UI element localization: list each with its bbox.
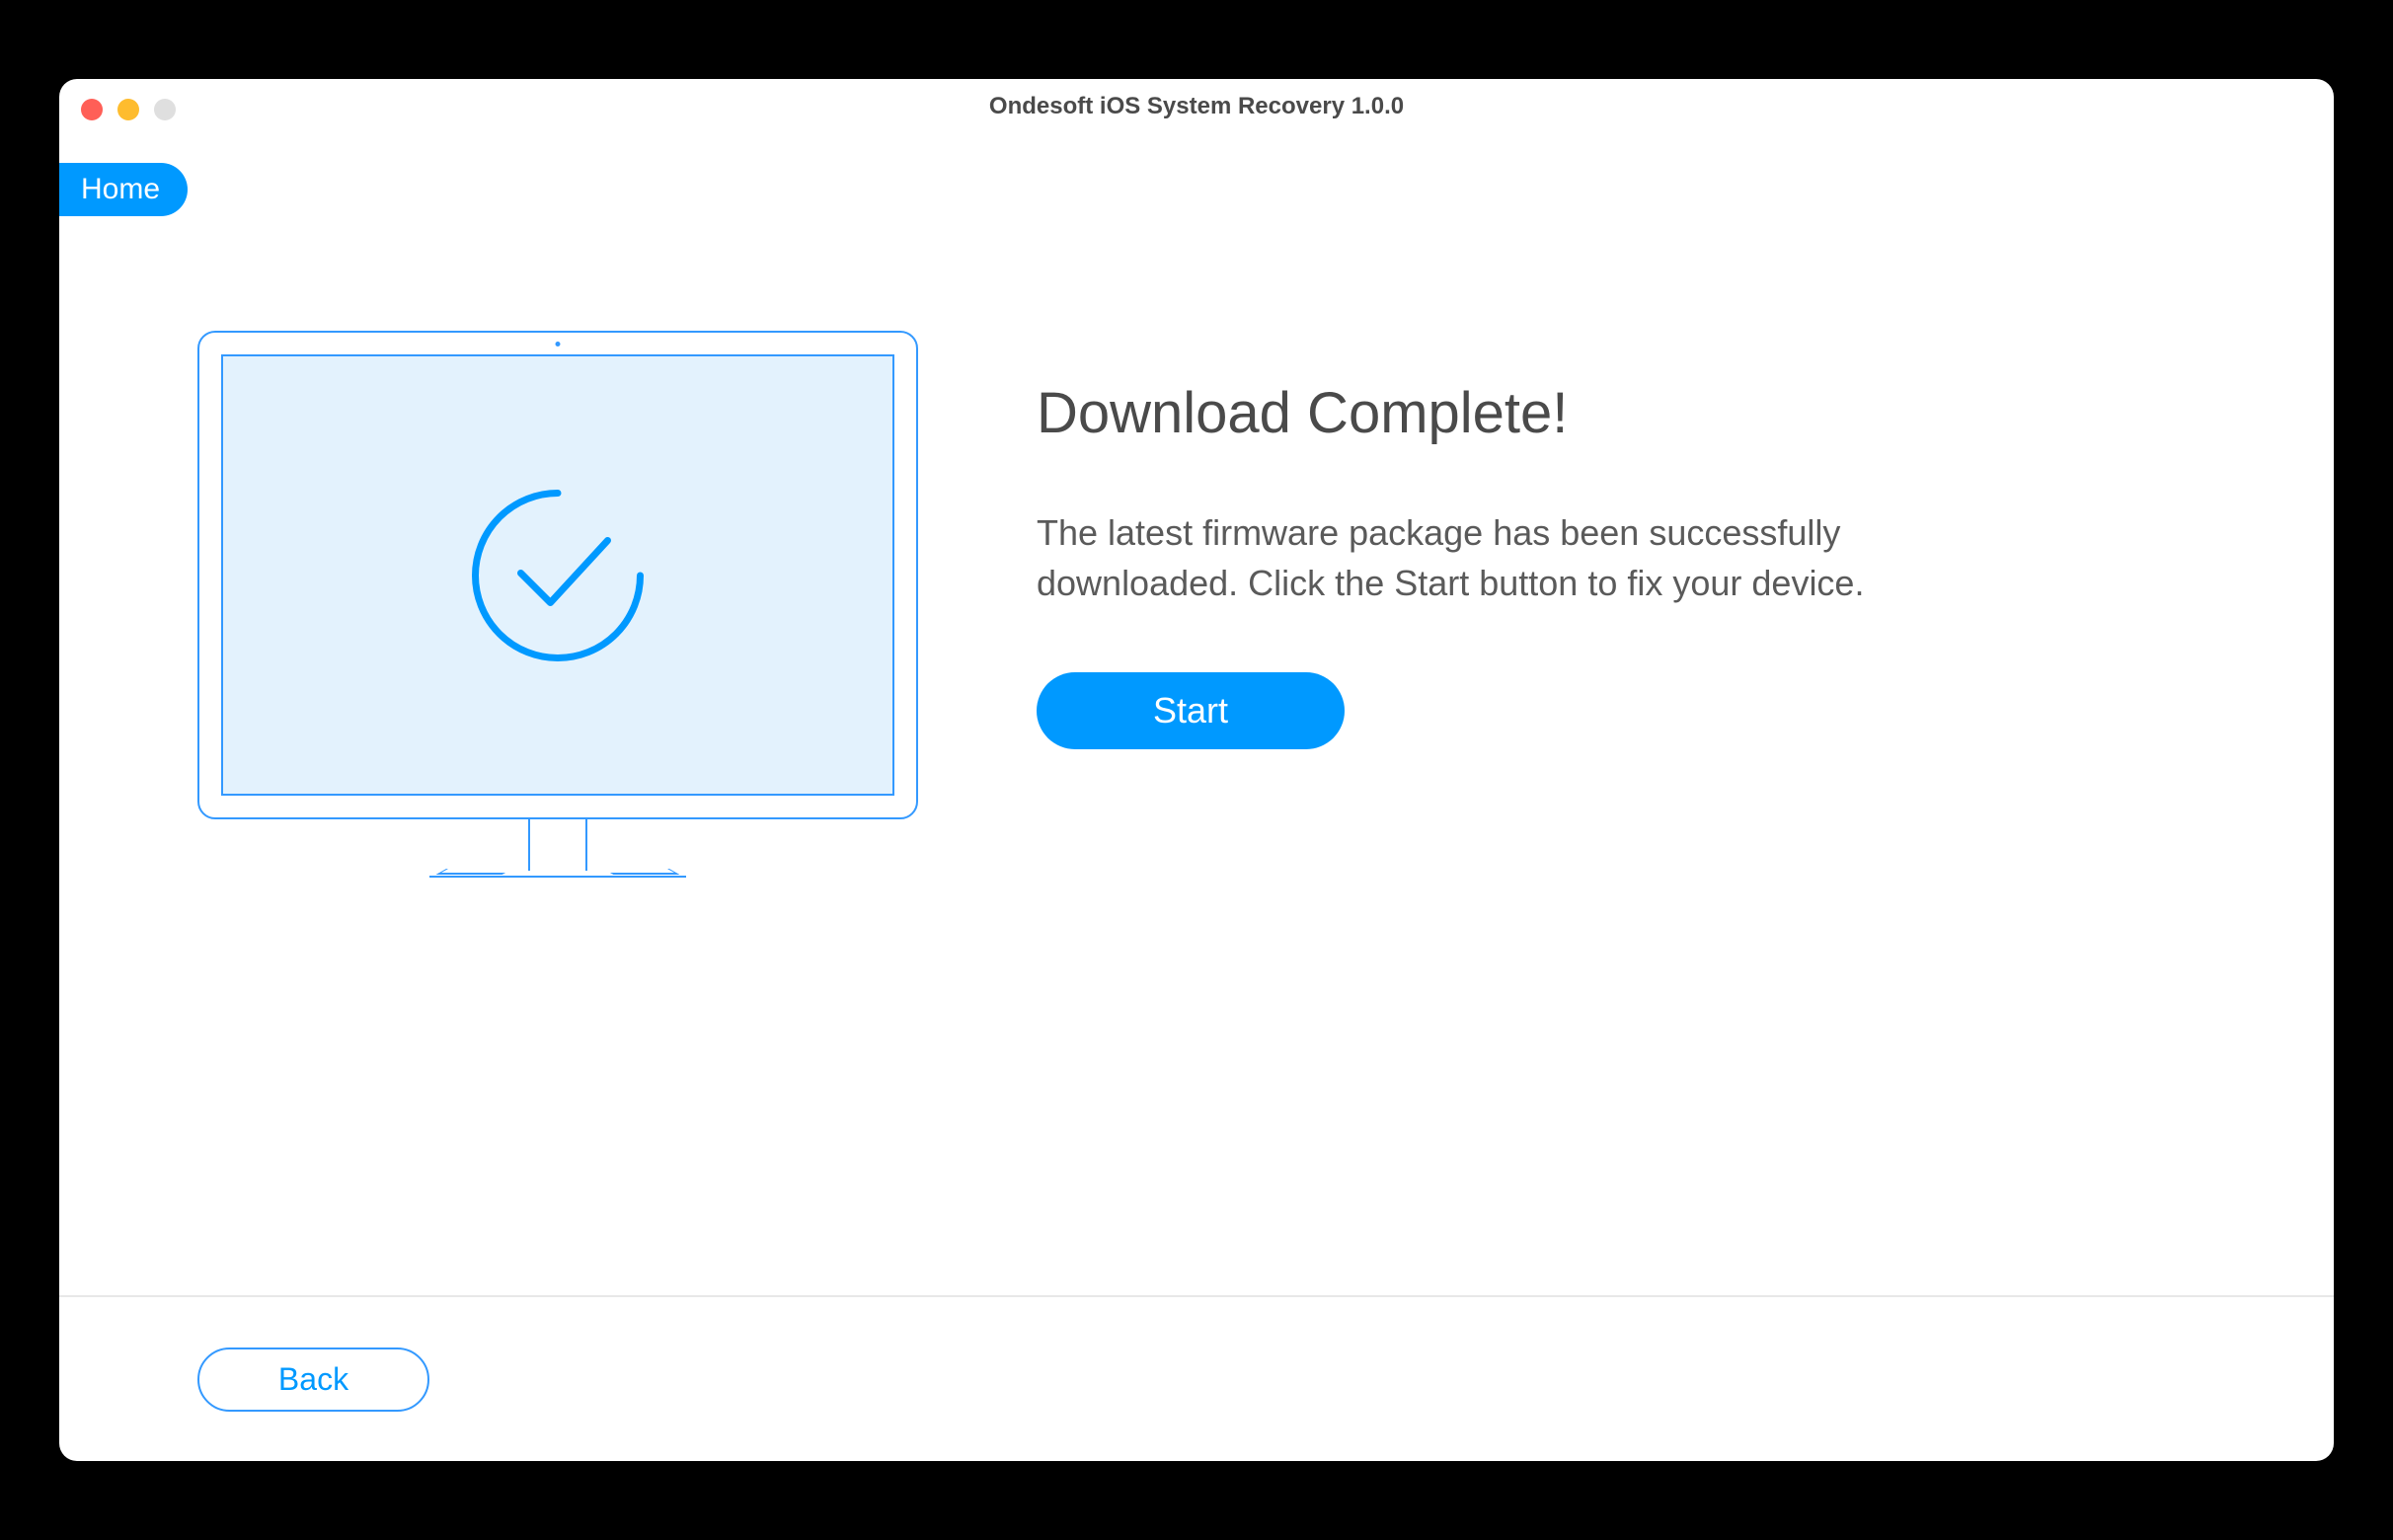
monitor-stand-icon — [528, 819, 587, 871]
close-window-button[interactable] — [81, 99, 103, 120]
start-button[interactable]: Start — [1037, 672, 1345, 749]
page-heading: Download Complete! — [1037, 380, 2215, 446]
window-title: Ondesoft iOS System Recovery 1.0.0 — [989, 93, 1404, 120]
home-tab[interactable]: Home — [59, 163, 188, 216]
monitor-icon — [197, 331, 918, 819]
page-description: The latest firmware package has been suc… — [1037, 507, 1984, 608]
maximize-window-button[interactable] — [154, 99, 176, 120]
traffic-lights — [81, 99, 176, 120]
app-window: Ondesoft iOS System Recovery 1.0.0 Home … — [59, 79, 2334, 1461]
back-button[interactable]: Back — [197, 1348, 429, 1412]
computer-illustration — [197, 331, 918, 893]
minimize-window-button[interactable] — [117, 99, 139, 120]
checkmark-circle-icon — [462, 479, 655, 671]
monitor-screen-icon — [221, 354, 894, 796]
text-panel: Download Complete! The latest firmware p… — [1037, 331, 2215, 893]
camera-dot-icon — [556, 342, 561, 346]
monitor-base-icon — [429, 876, 686, 879]
main-content: Download Complete! The latest firmware p… — [59, 133, 2334, 893]
titlebar: Ondesoft iOS System Recovery 1.0.0 — [59, 79, 2334, 133]
footer: Back — [59, 1295, 2334, 1461]
